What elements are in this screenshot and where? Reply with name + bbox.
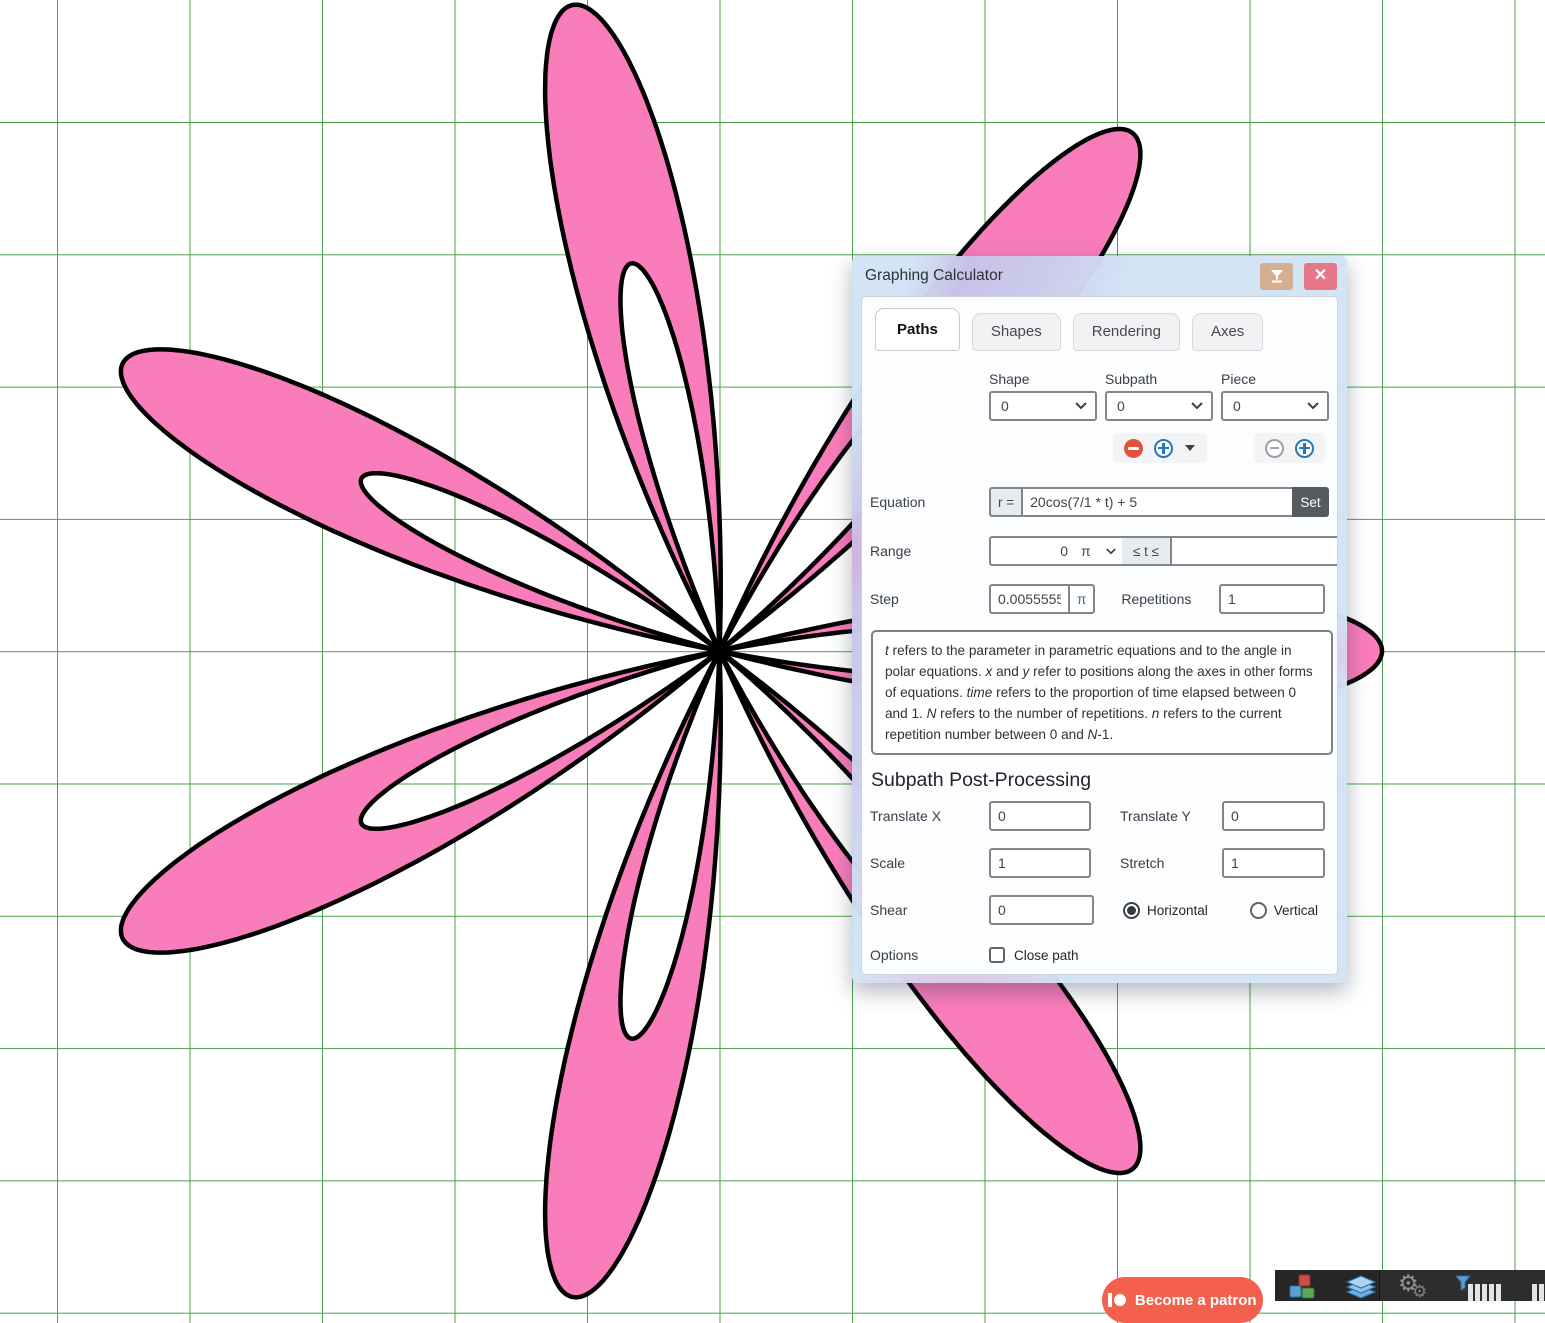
- histogram-funnel-partial-icon[interactable]: [1530, 1272, 1545, 1301]
- toolbar-group-right: ⚙⚙: [1379, 1270, 1545, 1301]
- range-label: Range: [870, 543, 989, 559]
- plus-circle-icon: [1295, 439, 1314, 458]
- shear-label: Shear: [870, 902, 989, 918]
- scale-label: Scale: [870, 855, 989, 871]
- plus-circle-icon: [1154, 439, 1173, 458]
- subpath-label: Subpath: [1105, 371, 1213, 387]
- range-between-label: ≤ t ≤: [1122, 536, 1170, 566]
- range-row: Range π ≤ t ≤ π Set: [870, 536, 1329, 566]
- chevron-down-icon: [1075, 402, 1087, 410]
- add-remove-row: [989, 433, 1329, 463]
- subpath-buttons: [1113, 433, 1207, 463]
- stretch-input[interactable]: [1222, 848, 1325, 878]
- selector-labels: Shape Subpath Piece: [989, 371, 1329, 387]
- minus-circle-disabled-icon: [1265, 439, 1284, 458]
- shear-row: Shear Horizontal Vertical: [870, 895, 1329, 925]
- piece-label: Piece: [1221, 371, 1329, 387]
- remove-subpath-button[interactable]: [1123, 438, 1144, 459]
- translate-row: Translate X Translate Y: [870, 801, 1329, 831]
- piece-select[interactable]: 0: [1221, 391, 1329, 421]
- patreon-logo-icon: [1108, 1293, 1126, 1307]
- repetitions-label: Repetitions: [1121, 591, 1191, 607]
- options-row: Options Close path: [870, 947, 1329, 963]
- dialog-panel: Paths Shapes Rendering Axes Shape Subpat…: [861, 296, 1338, 975]
- equation-set-button[interactable]: Set: [1292, 487, 1329, 517]
- tab-rendering[interactable]: Rendering: [1073, 313, 1180, 351]
- gears-icon[interactable]: ⚙⚙: [1396, 1272, 1432, 1301]
- remove-piece-button[interactable]: [1264, 438, 1285, 459]
- repetitions-input[interactable]: [1219, 584, 1325, 614]
- shape-label: Shape: [989, 371, 1097, 387]
- close-path-label: Close path: [1014, 948, 1079, 963]
- equation-row: Equation r = Set: [870, 487, 1329, 517]
- shapes-cubes-icon[interactable]: [1285, 1272, 1321, 1301]
- vertical-radio[interactable]: Vertical: [1250, 902, 1318, 919]
- become-a-patron-button[interactable]: Become a patron: [1102, 1277, 1263, 1323]
- close-button[interactable]: ✕: [1304, 263, 1337, 290]
- tab-shapes[interactable]: Shapes: [972, 313, 1061, 351]
- graphing-calculator-dialog: Graphing Calculator ✕ Paths Shapes Rende…: [852, 256, 1347, 983]
- parameter-help-text: t refers to the parameter in parametric …: [871, 630, 1333, 755]
- translate-x-input[interactable]: [989, 801, 1091, 831]
- radio-icon: [1123, 902, 1140, 919]
- step-label: Step: [870, 591, 989, 607]
- bottom-toolbar: ⚙⚙: [1275, 1270, 1545, 1301]
- step-input[interactable]: [989, 584, 1068, 614]
- shear-input[interactable]: [989, 895, 1094, 925]
- horizontal-radio[interactable]: Horizontal: [1123, 902, 1208, 919]
- equation-input[interactable]: [1021, 487, 1292, 517]
- close-icon: ✕: [1314, 268, 1327, 284]
- caret-down-icon: [1185, 445, 1195, 451]
- chevron-down-icon: [1106, 548, 1116, 555]
- range-to-input[interactable]: [1170, 536, 1338, 566]
- minus-circle-icon: [1124, 439, 1143, 458]
- translate-y-label: Translate Y: [1120, 808, 1222, 824]
- histogram-funnel-icon[interactable]: [1454, 1272, 1502, 1301]
- translate-y-input[interactable]: [1222, 801, 1325, 831]
- range-from-unit-select[interactable]: π: [1075, 536, 1122, 566]
- chevron-down-icon: [1191, 402, 1203, 410]
- tab-paths[interactable]: Paths: [875, 308, 960, 351]
- piece-buttons: [1254, 433, 1325, 463]
- options-label: Options: [870, 947, 989, 963]
- toolbar-group-left: [1275, 1270, 1379, 1301]
- dialog-title: Graphing Calculator: [865, 267, 1003, 285]
- scale-row: Scale Stretch: [870, 848, 1329, 878]
- shape-select[interactable]: 0: [989, 391, 1097, 421]
- translate-x-label: Translate X: [870, 808, 989, 824]
- add-piece-button[interactable]: [1294, 438, 1315, 459]
- app-root: { "window": { "title": "Graphing Calcula…: [0, 0, 1545, 1301]
- selector-row: 0 0 0: [989, 391, 1329, 421]
- chevron-down-icon: [1307, 402, 1319, 410]
- add-subpath-button[interactable]: [1153, 438, 1174, 459]
- tab-bar: Paths Shapes Rendering Axes: [870, 307, 1329, 351]
- step-unit: π: [1068, 584, 1095, 614]
- dialog-titlebar[interactable]: Graphing Calculator ✕: [852, 256, 1347, 296]
- postprocessing-heading: Subpath Post-Processing: [871, 769, 1329, 792]
- add-subpath-menu-button[interactable]: [1183, 438, 1197, 459]
- layers-icon[interactable]: [1343, 1272, 1379, 1301]
- equation-prefix[interactable]: r =: [989, 487, 1021, 517]
- subpath-select[interactable]: 0: [1105, 391, 1213, 421]
- stretch-label: Stretch: [1120, 855, 1222, 871]
- radio-icon: [1250, 902, 1267, 919]
- equation-label: Equation: [870, 494, 989, 510]
- scale-input[interactable]: [989, 848, 1091, 878]
- step-row: Step π Repetitions: [870, 584, 1329, 614]
- tab-axes[interactable]: Axes: [1192, 313, 1263, 351]
- minimize-button[interactable]: [1260, 263, 1293, 290]
- range-from-input[interactable]: [989, 536, 1075, 566]
- collapse-icon: [1269, 269, 1285, 283]
- close-path-checkbox[interactable]: [989, 947, 1005, 963]
